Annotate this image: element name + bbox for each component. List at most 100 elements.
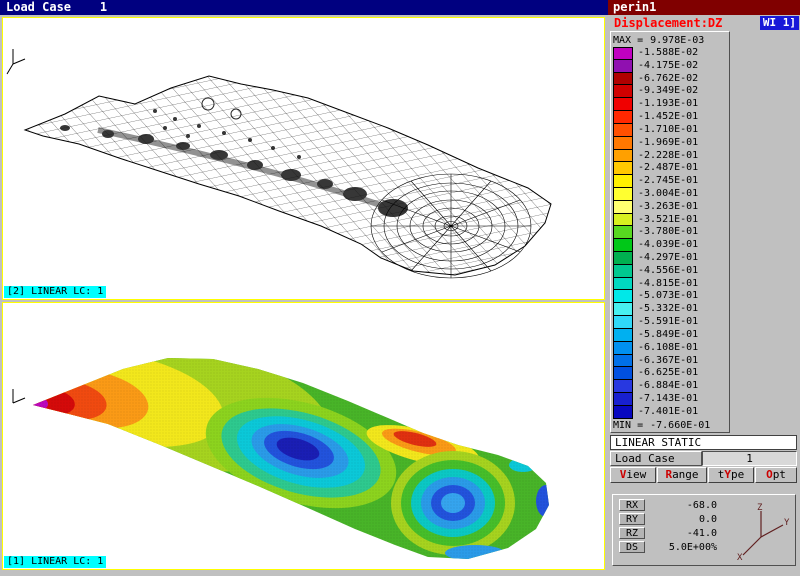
viewport-label: [1] LINEAR LC: 1 [4,556,106,568]
ry-button[interactable]: RY [619,513,645,525]
legend-color-swatch [613,124,633,137]
legend-color-swatch [613,214,633,227]
ry-value: 0.0 [645,514,717,525]
legend-row: -4.297E-01 [613,252,727,265]
viewport-contour[interactable]: [1] LINEAR LC: 1 [2,302,605,570]
legend-color-swatch [613,252,633,265]
legend-row: -5.332E-01 [613,303,727,316]
legend-color-swatch [613,47,633,60]
legend: MAX = 9.978E-03 -1.588E-02-4.175E-02-6.76… [610,31,730,433]
legend-value: -1.969E-01 [638,137,698,150]
panel-buttons: View Range tYpe Opt [610,467,798,483]
viewport-wireframe[interactable]: [2] LINEAR LC: 1 [2,17,605,300]
legend-value: -5.332E-01 [638,303,698,316]
viewport-label: [2] LINEAR LC: 1 [4,286,106,298]
legend-color-swatch [613,393,633,406]
contour-plot [3,303,604,569]
legend-color-swatch [613,175,633,188]
legend-value: -4.815E-01 [638,278,698,291]
legend-value: -3.263E-01 [638,201,698,214]
legend-value: -6.108E-01 [638,342,698,355]
legend-row: -1.193E-01 [613,98,727,111]
legend-color-swatch [613,265,633,278]
view-button[interactable]: View [610,467,656,483]
legend-max-label: MAX = [613,35,643,46]
button-label: pt [773,468,786,481]
button-label: ange [672,468,699,481]
legend-row: -1.710E-01 [613,124,727,137]
legend-min-label: MIN = [613,420,643,431]
legend-max-value: 9.978E-03 [650,35,704,46]
load-case-value-field[interactable]: 1 [702,451,797,466]
legend-color-swatch [613,303,633,316]
legend-color-swatch [613,111,633,124]
legend-color-swatch [613,188,633,201]
contour-bands [3,303,604,569]
legend-value: -1.588E-02 [638,47,698,60]
legend-value: -4.175E-02 [638,60,698,73]
legend-row: -1.588E-02 [613,47,727,60]
legend-color-swatch [613,329,633,342]
range-button[interactable]: Range [657,467,707,483]
app-window: Load Case 1 perin1 Displacement:DZ WI 1] [0,0,800,576]
legend-value: -6.367E-01 [638,355,698,368]
options-button[interactable]: Opt [755,467,797,483]
legend-color-swatch [613,316,633,329]
view-parameters: RX -68.0 RY 0.0 RZ -41.0 DS 5.0E+00% Z Y… [612,494,796,566]
type-button[interactable]: tYpe [708,467,754,483]
triad-x-label: X [737,553,743,561]
legend-row: -6.762E-02 [613,73,727,86]
legend-value: -1.452E-01 [638,111,698,124]
legend-color-swatch [613,342,633,355]
legend-value: -6.625E-01 [638,367,698,380]
legend-row: -6.625E-01 [613,367,727,380]
result-type-label: Displacement:DZ [614,16,722,30]
legend-color-swatch [613,355,633,368]
legend-value: -2.745E-01 [638,175,698,188]
legend-value: -2.228E-01 [638,150,698,163]
legend-row: -5.073E-01 [613,290,727,303]
view-triad-mark [13,389,25,403]
legend-color-scale: -1.588E-02-4.175E-02-6.762E-02-9.349E-02… [613,47,727,419]
legend-color-swatch [613,278,633,291]
legend-row: -9.349E-02 [613,85,727,98]
legend-row: -2.228E-01 [613,150,727,163]
legend-max-row: MAX = 9.978E-03 [613,34,727,47]
legend-color-swatch [613,239,633,252]
legend-row: -3.004E-01 [613,188,727,201]
rz-button[interactable]: RZ [619,527,645,539]
view-triad-mark [7,49,25,74]
legend-row: -7.401E-01 [613,406,727,419]
legend-row: -5.849E-01 [613,329,727,342]
legend-value: -7.143E-01 [638,393,698,406]
button-hotkey: Y [724,468,731,481]
legend-value: -6.884E-01 [638,380,698,393]
legend-value: -5.591E-01 [638,316,698,329]
rx-button[interactable]: RX [619,499,645,511]
legend-min-value: -7.660E-01 [650,420,710,431]
legend-row: -6.367E-01 [613,355,727,368]
legend-color-swatch [613,150,633,163]
legend-min-row: MIN = -7.660E-01 [613,419,727,432]
legend-row: -1.452E-01 [613,111,727,124]
ds-button[interactable]: DS [619,541,645,553]
legend-value: -9.349E-02 [638,85,698,98]
legend-row: -2.487E-01 [613,162,727,175]
result-bar: Displacement:DZ WI 1] [608,15,800,31]
legend-value: -7.401E-01 [638,406,698,419]
legend-color-swatch [613,406,633,419]
legend-row: -5.591E-01 [613,316,727,329]
legend-color-swatch [613,162,633,175]
legend-value: -1.193E-01 [638,98,698,111]
legend-color-swatch [613,226,633,239]
legend-color-swatch [613,290,633,303]
model-titlebar[interactable]: perin1 [608,0,800,15]
legend-row: -3.780E-01 [613,226,727,239]
legend-value: -4.556E-01 [638,265,698,278]
legend-value: -4.039E-01 [638,239,698,252]
legend-color-swatch [613,201,633,214]
main-titlebar[interactable]: Load Case 1 [0,0,608,15]
load-case-row: Load Case 1 [610,451,797,466]
rz-value: -41.0 [645,528,717,539]
legend-color-swatch [613,367,633,380]
